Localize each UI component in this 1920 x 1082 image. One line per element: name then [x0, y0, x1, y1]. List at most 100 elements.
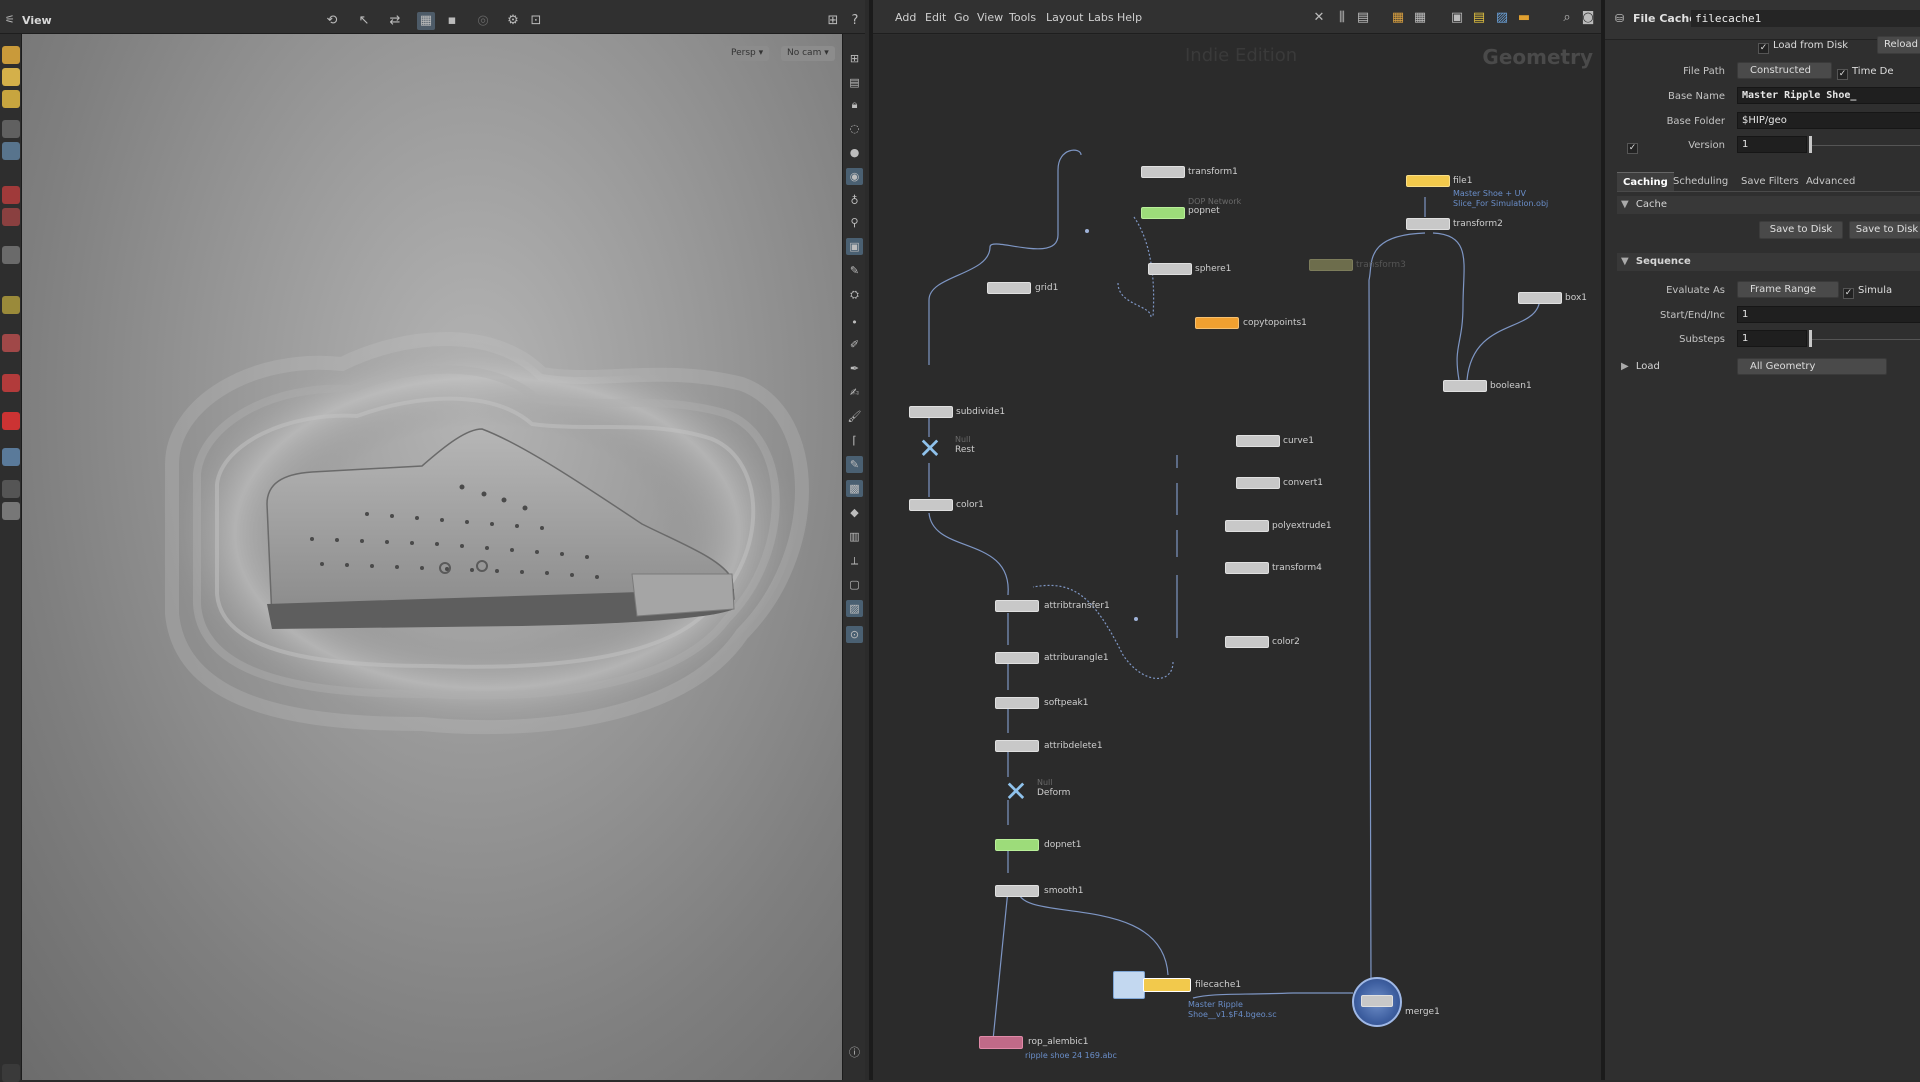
node-copytopoints1[interactable] — [1195, 317, 1239, 329]
display-options-icon[interactable]: ⊞ — [846, 50, 863, 67]
lock-icon[interactable] — [2, 142, 20, 160]
node-smooth1[interactable] — [995, 885, 1039, 897]
substeps-field[interactable]: 1 — [1737, 330, 1807, 347]
flipbook-icon[interactable]: ✎ — [846, 262, 863, 279]
load-from-disk-checkbox[interactable]: ✓ Load from Disk — [1758, 40, 1848, 54]
snapshot-icon[interactable]: ▣ — [846, 238, 863, 255]
info-icon[interactable]: ⓘ — [846, 1044, 863, 1061]
rotate-tool-icon[interactable]: ⟲ — [323, 12, 341, 30]
grid-view-icon[interactable]: ▦ — [1389, 9, 1407, 27]
node-boolean1[interactable] — [1443, 380, 1487, 392]
node-deform-null[interactable]: ✕ — [1001, 778, 1031, 806]
node-dopnet1[interactable] — [995, 839, 1039, 851]
snap-grid-icon[interactable]: ▦ — [417, 12, 435, 30]
save-to-disk-button[interactable]: Save to Disk — [1759, 221, 1843, 239]
brush-icon[interactable]: 🖌︎ — [846, 408, 863, 425]
handle-red-icon[interactable] — [2, 412, 20, 430]
box-icon[interactable]: ▢ — [846, 576, 863, 593]
load-dropdown[interactable]: All Geometry — [1737, 358, 1887, 375]
node-box1[interactable] — [1518, 292, 1562, 304]
node-rop-alembic1[interactable] — [979, 1036, 1023, 1049]
node-transform3[interactable] — [1309, 259, 1353, 271]
pose-icon[interactable] — [2, 120, 20, 138]
tree-icon[interactable]: ⫼ — [1333, 9, 1351, 27]
node-attriburangle1[interactable] — [995, 652, 1039, 664]
texture-icon[interactable]: ▩ — [846, 480, 863, 497]
node-transform2[interactable] — [1406, 218, 1450, 230]
node-file1[interactable] — [1406, 175, 1450, 187]
tab-caching[interactable]: Caching — [1617, 172, 1674, 191]
paint-icon[interactable] — [2, 296, 20, 314]
network-canvas[interactable]: Indie Edition Geometry transform1 DOP Ne… — [873, 35, 1605, 1080]
axis-icon[interactable]: ⟂ — [846, 552, 863, 569]
image-icon[interactable]: ▨ — [846, 600, 863, 617]
dot-icon[interactable]: • — [846, 314, 863, 331]
light-icon[interactable] — [2, 502, 20, 520]
display-icon[interactable]: ▪ — [443, 12, 461, 30]
camera-icon[interactable]: ⚙ — [504, 12, 522, 30]
node-color2[interactable] — [1225, 636, 1269, 648]
menu-go[interactable]: Go — [954, 11, 969, 24]
collapse-icon[interactable] — [2, 1064, 20, 1082]
note-icon[interactable]: ▤ — [1470, 9, 1488, 27]
list-icon[interactable]: ▤ — [1354, 9, 1372, 27]
edit-icon[interactable]: ✎ — [846, 456, 863, 473]
image-icon[interactable]: ▨ — [1493, 9, 1511, 27]
curve-icon[interactable] — [2, 374, 20, 392]
menu-labs[interactable]: Labs — [1088, 11, 1114, 24]
render-region-icon[interactable]: ⛭ — [846, 286, 863, 303]
view-menu-icon[interactable]: ⚟ — [5, 13, 15, 26]
node-rest-null[interactable]: ✕ — [915, 435, 945, 463]
normals-icon[interactable]: ♁ — [846, 192, 863, 209]
menu-add[interactable]: Add — [895, 11, 916, 24]
viewport-layout-icon[interactable]: ⊞ — [824, 12, 842, 30]
node-curve1[interactable] — [1236, 435, 1280, 447]
file-path-dropdown[interactable]: Constructed — [1737, 62, 1832, 79]
ghost-icon[interactable]: ◌ — [846, 120, 863, 137]
pen-icon[interactable]: ✐ — [846, 336, 863, 353]
wrench-icon[interactable]: ✕ — [1310, 9, 1328, 27]
uv-icon[interactable]: ▥ — [846, 528, 863, 545]
base-folder-field[interactable]: $HIP/geo — [1737, 112, 1920, 129]
brush-icon[interactable] — [2, 208, 20, 226]
param-node-name[interactable]: filecache1 — [1691, 10, 1920, 27]
node-filecache1[interactable] — [1143, 978, 1191, 992]
shading-icon[interactable]: ● — [846, 144, 863, 161]
transform-tool-icon[interactable]: ⇄ — [386, 12, 404, 30]
lock-camera-icon[interactable]: 🔒︎ — [846, 96, 863, 113]
grid-icon[interactable]: ▤ — [846, 74, 863, 91]
base-name-field[interactable]: Master Ripple Shoe_ — [1737, 87, 1920, 104]
simulation-checkbox[interactable]: ✓ Simula — [1843, 285, 1892, 299]
menu-view[interactable]: View — [977, 11, 1003, 24]
substeps-slider-handle[interactable] — [1809, 330, 1812, 347]
pin-icon[interactable]: ⚲ — [846, 214, 863, 231]
folder-icon[interactable]: ▬ — [1515, 9, 1533, 27]
menu-edit[interactable]: Edit — [925, 11, 946, 24]
version-slider-handle[interactable] — [1809, 136, 1812, 153]
select-tool-icon[interactable]: ↖ — [355, 12, 373, 30]
cache-section-header[interactable]: ▼ Cache — [1617, 196, 1920, 214]
camera-select-dropdown[interactable]: No cam ▾ — [781, 46, 835, 61]
handle-icon[interactable] — [2, 90, 20, 108]
paint-icon[interactable]: ✒ — [846, 360, 863, 377]
node-merge1-body[interactable] — [1361, 995, 1393, 1007]
search-icon[interactable]: ⌕ — [1558, 9, 1576, 27]
menu-layout[interactable]: Layout — [1046, 11, 1083, 24]
cut-icon[interactable] — [2, 246, 20, 264]
table-icon[interactable]: ▦ — [1411, 9, 1429, 27]
group-icon[interactable] — [2, 448, 20, 466]
3d-viewport[interactable]: Persp ▾ No cam ▾ — [22, 34, 842, 1080]
record-icon[interactable]: ◎ — [474, 12, 492, 30]
select-icon[interactable] — [2, 46, 20, 64]
node-transform1[interactable] — [1141, 166, 1185, 178]
sequence-section-header[interactable]: ▼ Sequence — [1617, 253, 1920, 271]
tab-advanced[interactable]: Advanced — [1800, 172, 1861, 191]
point-display-icon[interactable]: ◉ — [846, 168, 863, 185]
help-icon[interactable]: ? — [846, 12, 864, 30]
node-grid1[interactable] — [987, 282, 1031, 294]
render-icon[interactable]: ⊡ — [527, 12, 545, 30]
camera-persp-dropdown[interactable]: Persp ▾ — [725, 46, 770, 61]
node-popnet[interactable] — [1141, 207, 1185, 219]
menu-help[interactable]: Help — [1117, 11, 1142, 24]
substeps-slider-track[interactable] — [1809, 339, 1920, 340]
